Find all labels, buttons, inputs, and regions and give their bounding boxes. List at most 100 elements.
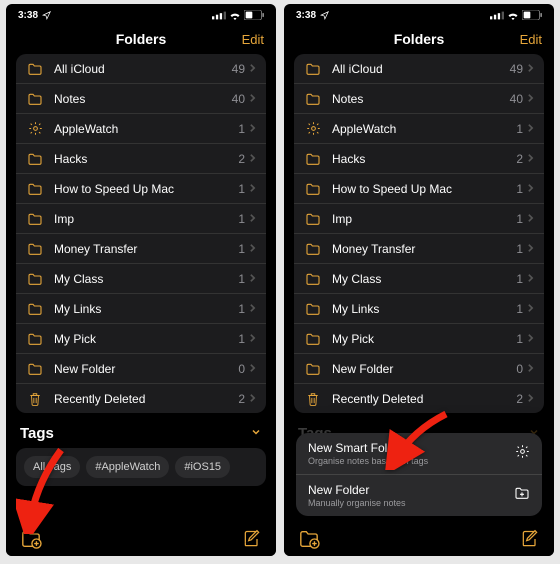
folder-row[interactable]: Recently Deleted2 <box>16 384 266 413</box>
folder-row[interactable]: My Class1 <box>16 264 266 294</box>
folder-name: New Folder <box>54 362 238 376</box>
tags-header[interactable]: Tags <box>6 413 276 448</box>
folder-count: 1 <box>238 242 245 256</box>
folder-count: 40 <box>232 92 245 106</box>
chevron-right-icon <box>527 272 534 286</box>
chevron-right-icon <box>527 242 534 256</box>
folder-row[interactable]: How to Speed Up Mac1 <box>16 174 266 204</box>
status-bar: 3:38 <box>284 4 554 24</box>
folder-row[interactable]: My Pick1 <box>294 324 544 354</box>
status-time: 3:38 <box>296 10 316 21</box>
folder-icon <box>26 212 44 226</box>
folder-count: 1 <box>516 332 523 346</box>
folder-name: Hacks <box>54 152 238 166</box>
new-folder-menu: New Smart FolderOrganise notes based on … <box>296 433 542 516</box>
folder-row[interactable]: My Pick1 <box>16 324 266 354</box>
new-folder-button[interactable] <box>298 529 320 549</box>
folder-name: Notes <box>54 92 232 106</box>
status-time: 3:38 <box>18 10 38 21</box>
folder-count: 0 <box>238 362 245 376</box>
folder-row[interactable]: Notes40 <box>294 84 544 114</box>
bottom-toolbar <box>284 522 554 556</box>
folder-row[interactable]: All iCloud49 <box>16 54 266 84</box>
folder-count: 1 <box>238 122 245 136</box>
folder-icon <box>304 242 322 256</box>
folder-row[interactable]: AppleWatch1 <box>294 114 544 144</box>
chevron-right-icon <box>527 92 534 106</box>
folder-name: New Folder <box>332 362 516 376</box>
folder-count: 1 <box>238 332 245 346</box>
folder-icon <box>26 242 44 256</box>
chevron-right-icon <box>249 392 256 406</box>
chevron-right-icon <box>527 182 534 196</box>
battery-icon <box>522 10 542 20</box>
folder-icon <box>26 152 44 166</box>
folder-name: How to Speed Up Mac <box>54 182 238 196</box>
folder-name: AppleWatch <box>332 122 516 136</box>
folder-name: Imp <box>54 212 238 226</box>
wifi-icon <box>507 11 519 20</box>
folder-row[interactable]: AppleWatch1 <box>16 114 266 144</box>
menu-item-subtitle: Organise notes based on tags <box>308 456 428 466</box>
folder-icon <box>26 272 44 286</box>
folder-name: Money Transfer <box>54 242 238 256</box>
compose-button[interactable] <box>242 529 262 549</box>
chevron-right-icon <box>249 242 256 256</box>
folder-icon <box>304 302 322 316</box>
folder-row[interactable]: Money Transfer1 <box>16 234 266 264</box>
folder-row[interactable]: Imp1 <box>16 204 266 234</box>
chevron-right-icon <box>527 122 534 136</box>
new-folder-button[interactable] <box>20 529 42 549</box>
signal-icon <box>212 11 226 20</box>
tag-pill[interactable]: #iOS15 <box>175 456 230 478</box>
chevron-right-icon <box>527 212 534 226</box>
folder-row[interactable]: Hacks2 <box>294 144 544 174</box>
nav-bar: Folders Edit <box>6 24 276 54</box>
chevron-right-icon <box>527 302 534 316</box>
compose-button[interactable] <box>520 529 540 549</box>
folder-row[interactable]: New Folder0 <box>16 354 266 384</box>
folder-row[interactable]: All iCloud49 <box>294 54 544 84</box>
folder-count: 1 <box>516 122 523 136</box>
folder-row[interactable]: Recently Deleted2 <box>294 384 544 413</box>
phone-left: 3:38 Folders Edit All iCloud49Notes40App… <box>6 4 276 556</box>
folder-icon <box>304 152 322 166</box>
menu-new-folder[interactable]: New FolderManually organise notes <box>296 475 542 516</box>
menu-item-title: New Smart Folder <box>308 441 428 455</box>
folder-count: 2 <box>516 392 523 406</box>
tag-pill[interactable]: All Tags <box>24 456 80 478</box>
menu-new-smart-folder[interactable]: New Smart FolderOrganise notes based on … <box>296 433 542 475</box>
tag-pill[interactable]: #AppleWatch <box>86 456 169 478</box>
folder-name: My Class <box>54 272 238 286</box>
folder-row[interactable]: My Links1 <box>294 294 544 324</box>
folder-row[interactable]: Notes40 <box>16 84 266 114</box>
folder-row[interactable]: Hacks2 <box>16 144 266 174</box>
chevron-right-icon <box>249 92 256 106</box>
folder-count: 1 <box>516 212 523 226</box>
folder-count: 2 <box>238 152 245 166</box>
edit-button[interactable]: Edit <box>242 32 264 47</box>
chevron-right-icon <box>527 362 534 376</box>
folder-row[interactable]: My Class1 <box>294 264 544 294</box>
folder-count: 1 <box>238 272 245 286</box>
tags-title: Tags <box>20 425 54 442</box>
chevron-right-icon <box>249 62 256 76</box>
chevron-right-icon <box>249 332 256 346</box>
edit-button[interactable]: Edit <box>520 32 542 47</box>
folder-name: Hacks <box>332 152 516 166</box>
phone-right: 3:38 Folders Edit All iCloud49Notes40App… <box>284 4 554 556</box>
folder-row[interactable]: New Folder0 <box>294 354 544 384</box>
folder-row[interactable]: My Links1 <box>16 294 266 324</box>
battery-icon <box>244 10 264 20</box>
folder-row[interactable]: Imp1 <box>294 204 544 234</box>
chevron-right-icon <box>527 332 534 346</box>
page-title: Folders <box>116 31 167 47</box>
folder-row[interactable]: How to Speed Up Mac1 <box>294 174 544 204</box>
folder-icon <box>26 332 44 346</box>
folder-count: 49 <box>232 62 245 76</box>
folder-row[interactable]: Money Transfer1 <box>294 234 544 264</box>
folder-icon <box>304 92 322 106</box>
folder-icon <box>304 272 322 286</box>
folders-list: All iCloud49Notes40AppleWatch1Hacks2How … <box>16 54 266 413</box>
folder-name: How to Speed Up Mac <box>332 182 516 196</box>
